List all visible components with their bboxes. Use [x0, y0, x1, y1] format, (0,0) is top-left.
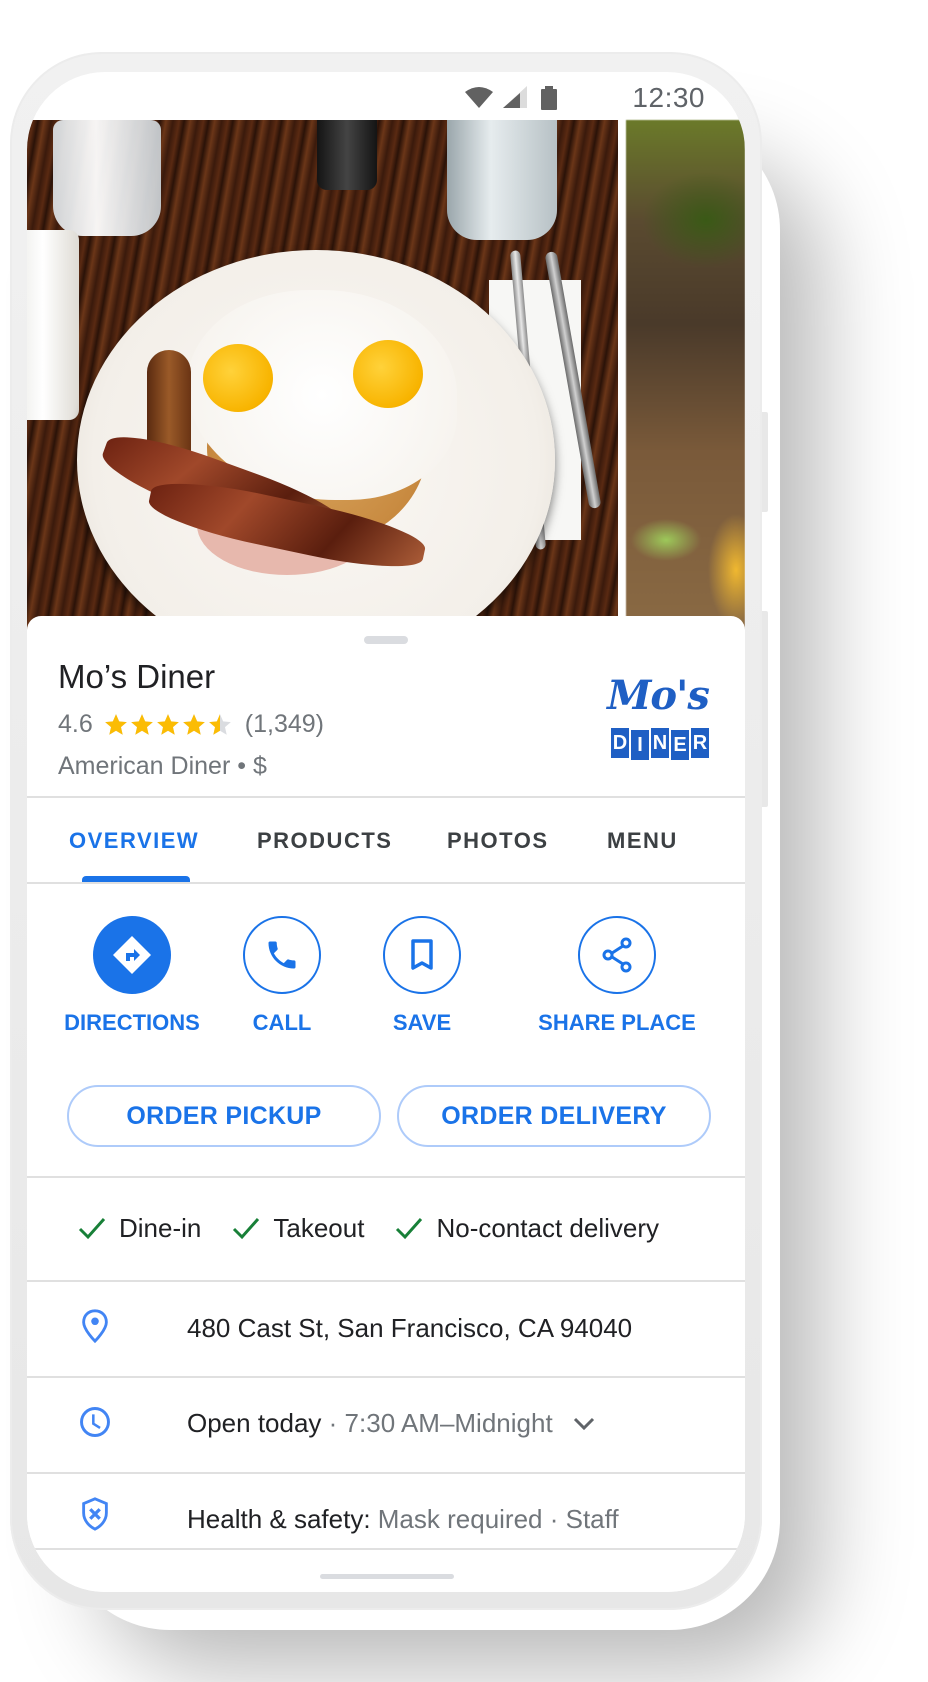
power-button — [762, 611, 768, 807]
share-icon — [602, 937, 632, 973]
directions-button[interactable]: DIRECTIONS — [57, 916, 207, 1036]
rating-row[interactable]: 4.6 (1,349) — [58, 710, 324, 739]
logo-letter-block: D — [611, 728, 629, 758]
service-dine-in: Dine-in — [77, 1213, 201, 1244]
logo-letter-block: E — [671, 730, 689, 760]
phone-screen: 12:30 Mo’s Diner 4.6 (1,349) American Di… — [27, 72, 745, 1592]
photo-detail-water-glass — [447, 120, 557, 240]
logo-script-text: Mo's — [607, 672, 710, 719]
health-shield-icon — [82, 1497, 108, 1531]
star-icon — [182, 713, 205, 735]
place-photo-secondary[interactable] — [626, 120, 745, 630]
directions-icon — [113, 936, 151, 974]
service-options: Dine-in Takeout No-contact delivery — [27, 1176, 745, 1280]
address-text: 480 Cast St, San Francisco, CA 94040 — [187, 1313, 633, 1343]
clock-icon — [80, 1407, 110, 1437]
save-circle — [383, 916, 461, 994]
photo-detail-yolk — [203, 344, 273, 412]
category-row: American Diner • $ — [58, 752, 267, 781]
save-label: SAVE — [392, 1010, 452, 1035]
health-safety-row[interactable]: Health & safety: Mask required · Staff — [27, 1474, 745, 1568]
place-name: Mo’s Diner — [58, 658, 216, 695]
star-icon — [208, 713, 231, 735]
photo-detail-mug — [27, 230, 79, 420]
service-takeout: Takeout — [231, 1213, 364, 1244]
photo-detail-sugar-shaker — [53, 120, 161, 236]
wifi-icon — [465, 87, 493, 108]
signal-icon — [503, 86, 527, 108]
location-pin-icon — [82, 1309, 108, 1344]
call-circle — [243, 916, 321, 994]
star-icon — [104, 713, 127, 735]
phone-icon — [268, 941, 296, 969]
review-count: (1,349) — [244, 710, 324, 738]
directions-circle — [93, 916, 171, 994]
call-label: CALL — [252, 1010, 312, 1035]
call-button[interactable]: CALL — [217, 916, 347, 1036]
battery-icon — [541, 86, 557, 110]
hours-row[interactable]: Open today · 7:30 AM–Midnight — [27, 1378, 745, 1472]
directions-label: DIRECTIONS — [64, 1010, 200, 1035]
tab-products[interactable]: PRODUCTS — [257, 828, 392, 854]
save-button[interactable]: SAVE — [357, 916, 487, 1036]
category: American Diner — [58, 752, 231, 780]
place-logo: Mo's DINER — [607, 672, 710, 768]
order-delivery-button[interactable]: ORDER DELIVERY — [397, 1085, 711, 1147]
home-indicator[interactable] — [320, 1574, 454, 1579]
rating-stars — [103, 712, 233, 738]
tab-bar: OVERVIEW PRODUCTS PHOTOS MENU — [27, 798, 745, 884]
hours-range: 7:30 AM–Midnight — [344, 1408, 553, 1438]
logo-letter-block: I — [631, 730, 649, 760]
service-label: No-contact delivery — [436, 1212, 659, 1243]
order-pickup-button[interactable]: ORDER PICKUP — [67, 1085, 381, 1147]
check-icon — [78, 1218, 106, 1240]
star-icon — [130, 713, 153, 735]
photo-detail-yolk — [353, 340, 423, 408]
chevron-down-icon[interactable] — [572, 1416, 596, 1432]
status-time: 12:30 — [632, 82, 705, 113]
tab-photos[interactable]: PHOTOS — [447, 828, 549, 854]
check-icon — [396, 1218, 423, 1240]
separator: • — [237, 752, 246, 780]
drag-handle[interactable] — [364, 636, 408, 644]
tab-menu[interactable]: MENU — [607, 828, 678, 854]
action-buttons: DIRECTIONS CALL SAVE SHARE PLACE — [27, 916, 745, 1056]
share-place-button[interactable]: SHARE PLACE — [527, 916, 707, 1036]
bookmark-icon — [411, 939, 433, 970]
logo-letter-block: N — [651, 728, 669, 758]
logo-block-letters: DINER — [611, 728, 709, 760]
logo-letter-block: R — [691, 728, 709, 758]
place-sheet: Mo’s Diner 4.6 (1,349) American Diner • … — [27, 616, 745, 1592]
status-bar: 12:30 — [27, 72, 745, 120]
service-label: Dine-in — [119, 1212, 202, 1243]
health-value: Mask required · Staff — [370, 1504, 619, 1534]
photo-detail-pepper-mill — [317, 120, 377, 190]
share-place-label: SHARE PLACE — [538, 1010, 696, 1035]
service-no-contact-delivery: No-contact delivery — [394, 1213, 659, 1244]
tab-overview[interactable]: OVERVIEW — [69, 828, 199, 854]
share-circle — [578, 916, 656, 994]
place-photo-main[interactable] — [27, 120, 618, 630]
hours-status: Open today — [187, 1408, 322, 1438]
address-row[interactable]: 480 Cast St, San Francisco, CA 94040 — [27, 1282, 745, 1376]
health-label: Health & safety: — [187, 1504, 371, 1534]
health-safety-text: Health & safety: Mask required · Staff — [187, 1504, 619, 1535]
price-level: $ — [252, 752, 267, 780]
star-icon — [156, 713, 179, 735]
service-label: Takeout — [273, 1212, 365, 1243]
divider — [27, 882, 745, 884]
hours-separator: · — [321, 1408, 345, 1438]
volume-button — [762, 412, 768, 512]
rating-value: 4.6 — [58, 710, 93, 738]
check-icon — [233, 1218, 260, 1240]
divider — [27, 1548, 745, 1550]
hours-text: Open today · 7:30 AM–Midnight — [187, 1408, 553, 1439]
